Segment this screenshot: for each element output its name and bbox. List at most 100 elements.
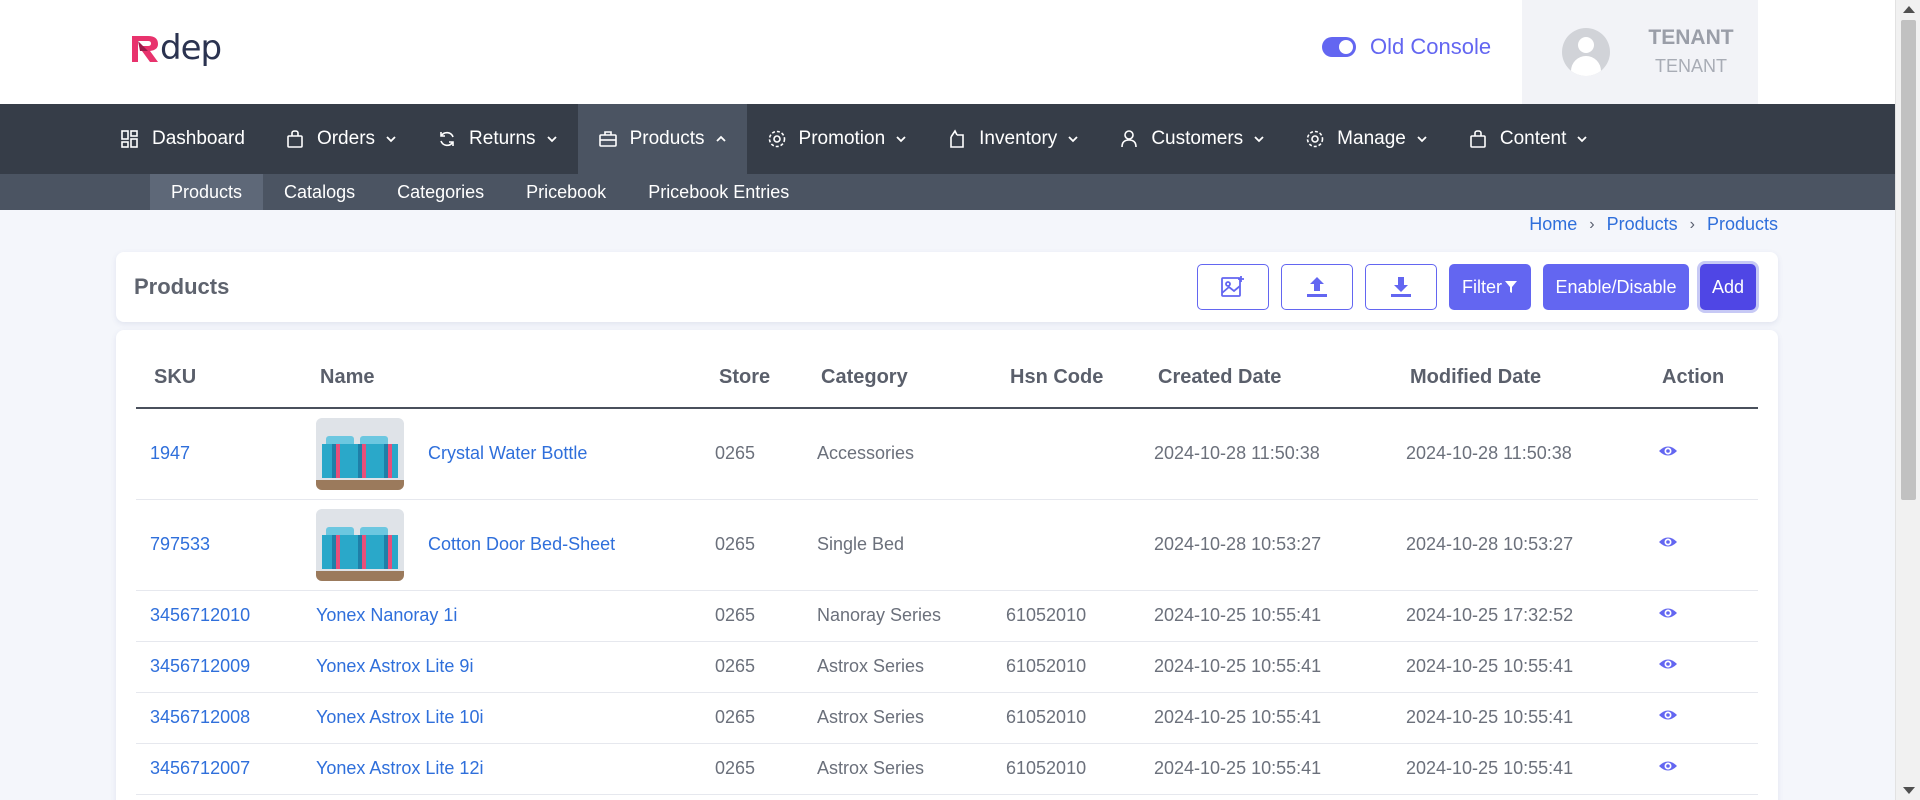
action-cell [1644, 408, 1758, 500]
page-title: Products [134, 274, 230, 299]
product-name-link[interactable]: Yonex Nanoray 1i [302, 590, 701, 642]
download-button[interactable] [1365, 264, 1437, 310]
nav-label: Inventory [979, 128, 1058, 149]
chevron-down-icon [1067, 133, 1079, 145]
subnav-item-products[interactable]: Products [150, 174, 264, 210]
table-row: 3456712010 Yonex Nanoray 1i 0265 Nanoray… [136, 590, 1758, 642]
hsn-cell [992, 408, 1140, 500]
store-cell: 0265 [701, 641, 803, 693]
sub-nav: Products Catalogs Categories Pricebook P… [0, 174, 1895, 210]
gear-icon [767, 129, 787, 149]
upload-icon [1307, 277, 1327, 297]
sku-link[interactable]: 1947 [136, 408, 302, 500]
chevron-down-icon [1576, 133, 1588, 145]
store-cell: 0265 [701, 692, 803, 744]
subnav-item-pricebook-entries[interactable]: Pricebook Entries [627, 174, 810, 210]
product-name-link[interactable]: Yonex Astrox Lite 10i [302, 692, 701, 744]
view-eye-icon[interactable] [1658, 532, 1678, 552]
nav-item-customers[interactable]: Customers [1099, 104, 1285, 174]
view-eye-icon[interactable] [1658, 654, 1678, 674]
nav-item-products[interactable]: Products [577, 104, 747, 174]
created-date-cell: 2024-10-28 11:50:38 [1140, 408, 1392, 500]
product-name-link[interactable]: Yonex Astrox Lite 12i [302, 743, 701, 795]
sku-link[interactable]: 3456712008 [136, 692, 302, 744]
filter-label: Filter [1462, 276, 1502, 297]
chevron-right-icon: › [1589, 215, 1595, 233]
name-cell: Crystal Water Bottle [302, 408, 701, 500]
nav-label: Manage [1337, 128, 1406, 149]
sku-link[interactable]: 3456712007 [136, 743, 302, 795]
column-header-store[interactable]: Store [701, 348, 803, 409]
old-console-toggle[interactable]: Old Console [1322, 34, 1491, 60]
category-cell: Single Bed [803, 499, 992, 591]
created-date-cell: 2024-10-25 10:55:41 [1140, 692, 1392, 744]
action-cell [1644, 641, 1758, 693]
enable-disable-button[interactable]: Enable/Disable [1543, 264, 1689, 310]
column-header-name[interactable]: Name [302, 348, 701, 409]
nav-label: Content [1499, 128, 1567, 149]
nav-label: Customers [1151, 128, 1244, 149]
toggle-switch[interactable] [1322, 37, 1356, 57]
column-header-sku[interactable]: SKU [136, 348, 302, 409]
column-header-hsn-code[interactable]: Hsn Code [992, 348, 1140, 409]
add-button[interactable]: Add [1700, 264, 1756, 310]
page-scrollbar[interactable] [1895, 0, 1920, 800]
column-header-modified-date[interactable]: Modified Date [1392, 348, 1644, 409]
product-name-link[interactable]: Cotton Door Bed-Sheet [428, 534, 615, 555]
product-name-link[interactable]: Crystal Water Bottle [428, 443, 587, 464]
table-row: 3456712007 Yonex Astrox Lite 12i 0265 As… [136, 743, 1758, 795]
sku-link[interactable]: 797533 [136, 499, 302, 591]
filter-button[interactable]: Filter [1449, 264, 1531, 310]
nav-label: Promotion [798, 128, 886, 149]
box-icon [947, 129, 967, 149]
scroll-up-arrow-icon[interactable] [1903, 6, 1915, 13]
view-eye-icon[interactable] [1658, 705, 1678, 725]
column-header-created-date[interactable]: Created Date [1140, 348, 1392, 409]
chevron-down-icon [895, 133, 907, 145]
gear-icon [1305, 129, 1325, 149]
chevron-right-icon: › [1689, 215, 1695, 233]
sku-link[interactable]: 3456712010 [136, 590, 302, 642]
modified-date-cell: 2024-10-25 10:55:41 [1392, 692, 1644, 744]
image-upload-button[interactable] [1197, 264, 1269, 310]
logo[interactable]: dep [128, 30, 222, 66]
nav-item-dashboard[interactable]: Dashboard [100, 104, 265, 174]
nav-label: Returns [469, 128, 536, 149]
view-eye-icon[interactable] [1658, 756, 1678, 776]
product-name-link[interactable]: Yonex Astrox Lite 9i [302, 641, 701, 693]
upload-button[interactable] [1281, 264, 1353, 310]
created-date-cell: 2024-10-28 10:53:27 [1140, 499, 1392, 591]
table-row: 797533 Cotton Door Bed-Sheet 0265 Single… [136, 499, 1758, 591]
top-header: dep Old Console TENANT TENANT [0, 0, 1895, 104]
products-table: SKU Name Store Category Hsn Code Created… [136, 348, 1758, 795]
product-thumbnail[interactable] [316, 508, 404, 581]
old-console-label: Old Console [1370, 34, 1492, 59]
view-eye-icon[interactable] [1658, 441, 1678, 461]
created-date-cell: 2024-10-25 10:55:41 [1140, 590, 1392, 642]
table-row: 3456712008 Yonex Astrox Lite 10i 0265 As… [136, 692, 1758, 744]
user-icon [1119, 129, 1139, 149]
column-header-category[interactable]: Category [803, 348, 992, 409]
avatar-icon [1562, 28, 1610, 76]
user-menu[interactable]: TENANT TENANT [1522, 0, 1758, 104]
scroll-down-arrow-icon[interactable] [1903, 787, 1915, 794]
product-thumbnail[interactable] [316, 417, 404, 490]
nav-item-returns[interactable]: Returns [417, 104, 578, 174]
view-eye-icon[interactable] [1658, 603, 1678, 623]
nav-item-orders[interactable]: Orders [265, 104, 417, 174]
nav-item-manage[interactable]: Manage [1285, 104, 1448, 174]
nav-item-inventory[interactable]: Inventory [927, 104, 1099, 174]
sku-link[interactable]: 3456712009 [136, 641, 302, 693]
nav-item-content[interactable]: Content [1448, 104, 1609, 174]
breadcrumb-products[interactable]: Products [1607, 214, 1678, 235]
refresh-icon [437, 129, 457, 149]
nav-item-promotion[interactable]: Promotion [747, 104, 928, 174]
breadcrumb-home[interactable]: Home [1529, 214, 1577, 235]
subnav-item-categories[interactable]: Categories [376, 174, 505, 210]
subnav-item-catalogs[interactable]: Catalogs [263, 174, 376, 210]
breadcrumb-current[interactable]: Products [1707, 214, 1778, 235]
download-icon [1391, 277, 1411, 297]
category-cell: Accessories [803, 408, 992, 500]
subnav-item-pricebook[interactable]: Pricebook [505, 174, 627, 210]
scroll-thumb[interactable] [1901, 20, 1916, 500]
